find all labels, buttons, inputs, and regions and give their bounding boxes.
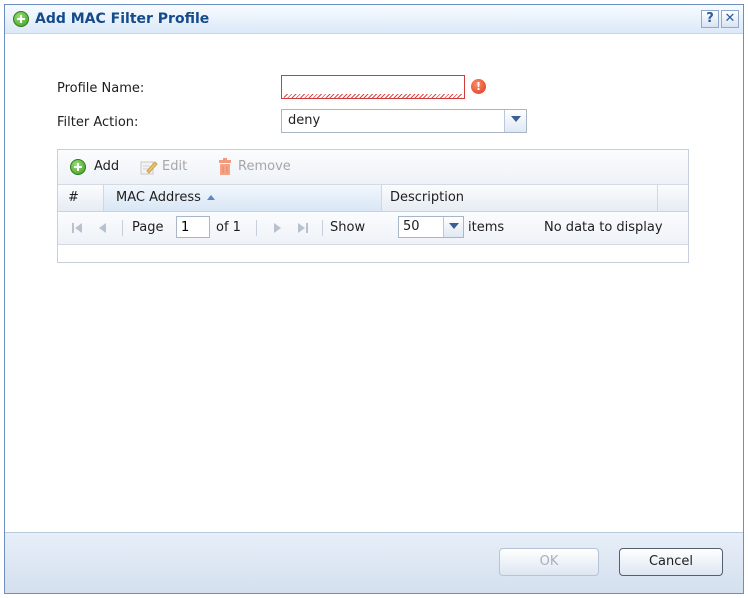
cancel-button[interactable]: Cancel [619, 548, 723, 576]
last-page-icon[interactable] [296, 220, 310, 236]
close-button[interactable]: ✕ [721, 10, 739, 28]
sort-ascending-icon [206, 195, 215, 200]
chevron-down-icon [511, 116, 521, 122]
grid-header: # MAC Address Description [58, 185, 688, 212]
page-number-input[interactable] [176, 216, 210, 238]
filter-action-select[interactable]: deny [281, 109, 527, 133]
remove-button[interactable]: Remove [238, 159, 291, 174]
column-number-label: # [68, 190, 79, 205]
grid-toolbar: Add Edit Remove [58, 150, 688, 185]
items-per-page-value: 50 [403, 219, 420, 234]
grid-pager: Page of 1 Show 50 items No data to displ… [58, 212, 688, 245]
add-circle-icon [13, 11, 29, 27]
chevron-down-icon [449, 223, 459, 229]
next-page-icon[interactable] [270, 220, 284, 236]
dialog-titlebar: Add MAC Filter Profile ? ✕ [5, 5, 743, 34]
column-header-description[interactable]: Description [382, 185, 658, 211]
items-per-page-select[interactable]: 50 [398, 216, 464, 238]
ok-button[interactable]: OK [499, 548, 599, 576]
filter-action-value: deny [288, 113, 321, 128]
page-count-label: of 1 [216, 220, 241, 235]
column-description-label: Description [390, 190, 465, 205]
add-button[interactable]: Add [94, 159, 119, 174]
help-button[interactable]: ? [701, 10, 719, 28]
dialog-title: Add MAC Filter Profile [35, 11, 210, 27]
add-mac-filter-profile-dialog: Add MAC Filter Profile ? ✕ Profile Name:… [4, 4, 744, 594]
column-header-mac-address[interactable]: MAC Address [104, 185, 382, 211]
first-page-icon[interactable] [70, 220, 84, 236]
column-header-number[interactable]: # [58, 185, 104, 211]
empty-grid-message: No data to display [544, 220, 663, 235]
items-per-page-dropdown-button[interactable] [443, 217, 463, 237]
items-label: items [468, 220, 505, 235]
column-mac-label: MAC Address [116, 190, 201, 205]
mac-address-grid: Add Edit Remove # MAC Address Descriptio… [57, 149, 689, 263]
trash-icon [219, 158, 231, 175]
pager-separator [256, 220, 257, 236]
pager-separator [122, 220, 123, 236]
add-icon[interactable] [70, 159, 86, 175]
previous-page-icon[interactable] [96, 220, 110, 236]
invalid-input-underline [284, 94, 462, 98]
page-label: Page [132, 220, 164, 235]
dialog-footer: OK Cancel [5, 532, 743, 593]
filter-action-dropdown-button[interactable] [504, 110, 526, 132]
edit-icon [140, 161, 158, 175]
show-label: Show [330, 220, 366, 235]
profile-name-label: Profile Name: [57, 81, 145, 96]
edit-button[interactable]: Edit [162, 159, 187, 174]
error-icon: ! [471, 79, 486, 94]
pager-separator [322, 220, 323, 236]
filter-action-label: Filter Action: [57, 115, 139, 130]
